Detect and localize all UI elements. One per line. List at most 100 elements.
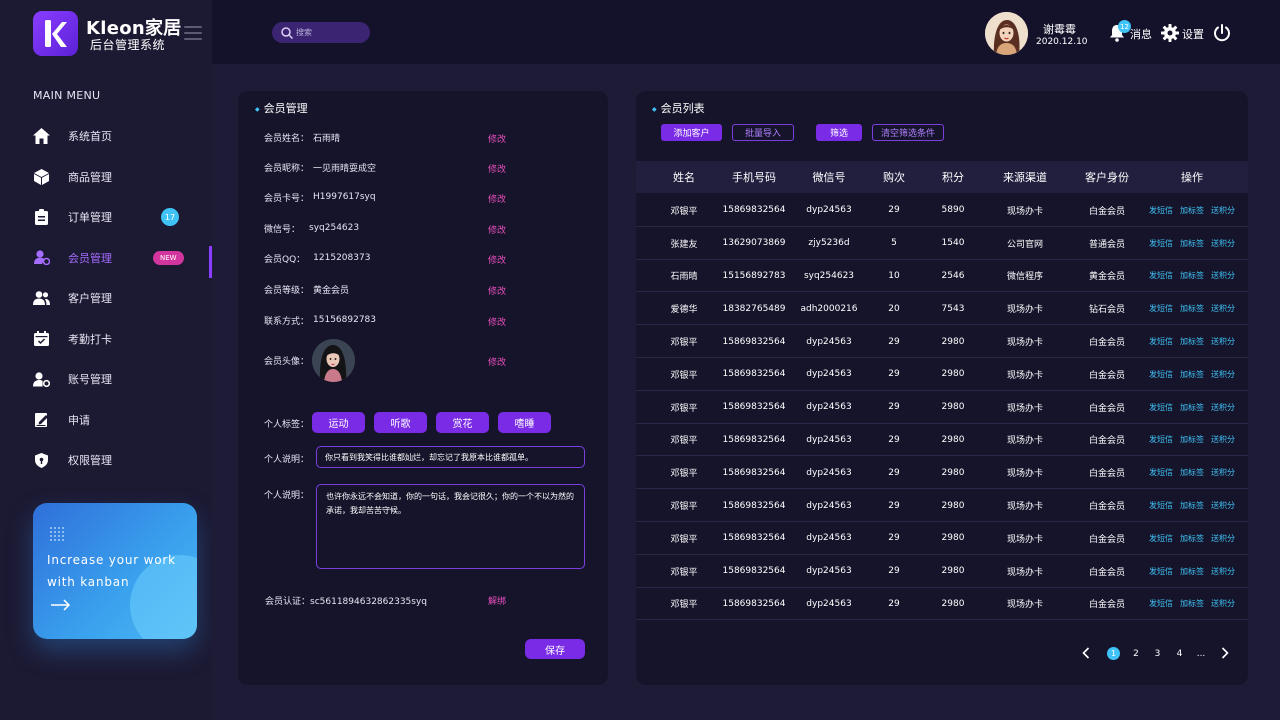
table-row[interactable]: 邓银平 15869832564 dyp24563 29 2980 现场办卡 白金会员 发短信加… — [636, 522, 1248, 555]
send-sms-link[interactable]: 发短信 — [1149, 260, 1173, 293]
add-tag-link[interactable]: 加标签 — [1180, 260, 1204, 293]
tag-chip[interactable]: 听歌 — [374, 412, 427, 433]
edit-level-link[interactable]: 修改 — [488, 284, 506, 297]
prev-page-icon[interactable] — [1082, 647, 1090, 659]
add-tag-link[interactable]: 加标签 — [1180, 424, 1204, 457]
search-box[interactable] — [272, 22, 370, 43]
add-tag-link[interactable]: 加标签 — [1180, 194, 1204, 227]
sidebar-item-customers[interactable]: 客户管理 — [0, 278, 212, 319]
hamburger-menu-icon[interactable] — [184, 26, 202, 40]
send-sms-link[interactable]: 发短信 — [1149, 424, 1173, 457]
page-1[interactable]: 1 — [1107, 647, 1120, 660]
send-sms-link[interactable]: 发短信 — [1149, 555, 1173, 588]
send-sms-link[interactable]: 发短信 — [1149, 588, 1173, 621]
arrow-right-icon[interactable] — [51, 599, 71, 611]
add-customer-button[interactable]: 添加客户 — [661, 124, 722, 141]
add-tag-link[interactable]: 加标签 — [1180, 292, 1204, 325]
gear-icon[interactable] — [1161, 24, 1179, 42]
table-row[interactable]: 石雨晴 15156892783 syq254623 10 2546 微信程序 黄金会员 发短信… — [636, 260, 1248, 293]
table-row[interactable]: 张建友 13629073869 zjy5236d 5 1540 公司官网 普通会员 发短信 加标… — [636, 227, 1248, 260]
add-tag-link[interactable]: 加标签 — [1180, 391, 1204, 424]
add-tag-link[interactable]: 加标签 — [1180, 489, 1204, 522]
tag-chip[interactable]: 赏花 — [436, 412, 489, 433]
next-page-icon[interactable] — [1221, 647, 1229, 659]
give-points-link[interactable]: 送积分 — [1211, 325, 1235, 358]
table-row[interactable]: 邓银平 15869832564 dyp24563 29 2980 现场办卡 白金会员 发短信加… — [636, 424, 1248, 457]
add-tag-link[interactable]: 加标签 — [1180, 358, 1204, 391]
sidebar-item-orders[interactable]: 订单管理 17 — [0, 197, 212, 238]
send-sms-link[interactable]: 发短信 — [1149, 325, 1173, 358]
give-points-link[interactable]: 送积分 — [1211, 358, 1235, 391]
table-row[interactable]: 邓银平 15869832564 dyp24563 29 2980 现场办卡 白金会员 发短信加… — [636, 391, 1248, 424]
give-points-link[interactable]: 送积分 — [1211, 555, 1235, 588]
send-sms-link[interactable]: 发短信 — [1149, 489, 1173, 522]
sidebar-item-attendance[interactable]: 考勤打卡 — [0, 319, 212, 360]
give-points-link[interactable]: 送积分 — [1211, 194, 1235, 227]
clear-filter-button[interactable]: 清空筛选条件 — [872, 124, 944, 141]
sidebar-item-members[interactable]: 会员管理 NEW — [0, 238, 212, 279]
user-avatar[interactable] — [985, 12, 1028, 55]
sidebar-item-products[interactable]: 商品管理 — [0, 157, 212, 198]
add-tag-link[interactable]: 加标签 — [1180, 588, 1204, 621]
description-input[interactable]: 你只看到我笑得比谁都灿烂，却忘记了我原本比谁都孤单。 — [316, 446, 585, 468]
send-sms-link[interactable]: 发短信 — [1149, 292, 1173, 325]
give-points-link[interactable]: 送积分 — [1211, 424, 1235, 457]
power-icon[interactable] — [1213, 24, 1231, 42]
send-sms-link[interactable]: 发短信 — [1149, 391, 1173, 424]
edit-avatar-link[interactable]: 修改 — [488, 355, 506, 368]
give-points-link[interactable]: 送积分 — [1211, 292, 1235, 325]
send-sms-link[interactable]: 发短信 — [1149, 358, 1173, 391]
messages-link[interactable]: 消息 — [1130, 26, 1152, 42]
give-points-link[interactable]: 送积分 — [1211, 391, 1235, 424]
table-row[interactable]: 邓银平 15869832564 dyp24563 29 2980 现场办卡 白金会员 发短信加… — [636, 489, 1248, 522]
edit-nickname-link[interactable]: 修改 — [488, 162, 506, 175]
batch-import-button[interactable]: 批量导入 — [732, 124, 794, 141]
member-avatar[interactable] — [312, 339, 355, 382]
send-sms-link[interactable]: 发短信 — [1149, 456, 1173, 489]
edit-name-link[interactable]: 修改 — [488, 132, 506, 145]
filter-button[interactable]: 筛选 — [816, 124, 862, 141]
give-points-link[interactable]: 送积分 — [1211, 456, 1235, 489]
table-row[interactable]: 邓银平 15869832564 dyp24563 29 2980 现场办卡 白金会员 发短信加… — [636, 325, 1248, 358]
send-sms-link[interactable]: 发短信 — [1149, 522, 1173, 555]
tag-chip[interactable]: 嗜睡 — [498, 412, 551, 433]
sidebar-item-home[interactable]: 系统首页 — [0, 116, 212, 157]
description-textarea[interactable]: 也许你永远不会知道，你的一句话，我会记很久；你的一个不以为然的承诺，我却苦苦守候… — [316, 484, 585, 569]
search-input[interactable] — [296, 28, 356, 37]
edit-contact-link[interactable]: 修改 — [488, 315, 506, 328]
add-tag-link[interactable]: 加标签 — [1180, 456, 1204, 489]
kanban-promo-card[interactable]: Increase your work with kanban — [33, 503, 197, 639]
unbind-link[interactable]: 解绑 — [488, 594, 506, 607]
give-points-link[interactable]: 送积分 — [1211, 489, 1235, 522]
table-row[interactable]: 邓银平 15869832564 dyp24563 29 2980 现场办卡 白金会员 发短信加… — [636, 456, 1248, 490]
edit-wechat-link[interactable]: 修改 — [488, 223, 506, 236]
edit-qq-link[interactable]: 修改 — [488, 253, 506, 266]
sidebar-item-permissions[interactable]: 权限管理 — [0, 440, 212, 481]
table-row[interactable]: 爱德华 18382765489 adh2000216 20 7543 现场办卡 钻石会员 发短… — [636, 292, 1248, 326]
table-row[interactable]: 邓银平 15869832564 dyp24563 29 2980 现场办卡 白金会员 发短信加… — [636, 358, 1248, 391]
settings-link[interactable]: 设置 — [1182, 26, 1204, 42]
sidebar-item-accounts[interactable]: 账号管理 — [0, 359, 212, 400]
save-button[interactable]: 保存 — [525, 639, 585, 659]
add-tag-link[interactable]: 加标签 — [1180, 555, 1204, 588]
send-sms-link[interactable]: 发短信 — [1149, 194, 1173, 227]
add-tag-link[interactable]: 加标签 — [1180, 227, 1204, 260]
table-row[interactable]: 邓银平 15869832564 dyp24563 29 2980 现场办卡 白金会员 发短信加… — [636, 588, 1248, 621]
page-3[interactable]: 3 — [1153, 646, 1162, 662]
give-points-link[interactable]: 送积分 — [1211, 522, 1235, 555]
user-name[interactable]: 谢霉霉 — [1043, 21, 1076, 37]
page-2[interactable]: 2 — [1132, 646, 1140, 662]
add-tag-link[interactable]: 加标签 — [1180, 522, 1204, 555]
edit-card-number-link[interactable]: 修改 — [488, 192, 506, 205]
give-points-link[interactable]: 送积分 — [1211, 227, 1235, 260]
table-row[interactable]: 邓银平 15869832564 dyp24563 29 5890 现场办卡 白金会员 发短信加… — [636, 194, 1248, 227]
send-sms-link[interactable]: 发短信 — [1149, 227, 1173, 260]
give-points-link[interactable]: 送积分 — [1211, 260, 1235, 293]
brand-logo[interactable] — [33, 11, 78, 56]
add-tag-link[interactable]: 加标签 — [1180, 325, 1204, 358]
give-points-link[interactable]: 送积分 — [1211, 588, 1235, 621]
table-row[interactable]: 邓银平 15869832564 dyp24563 29 2980 现场办卡 白金会员 发短信加… — [636, 555, 1248, 588]
tag-chip[interactable]: 运动 — [312, 412, 365, 433]
page-4[interactable]: 4 — [1175, 646, 1184, 662]
sidebar-item-apply[interactable]: 申请 — [0, 400, 212, 441]
